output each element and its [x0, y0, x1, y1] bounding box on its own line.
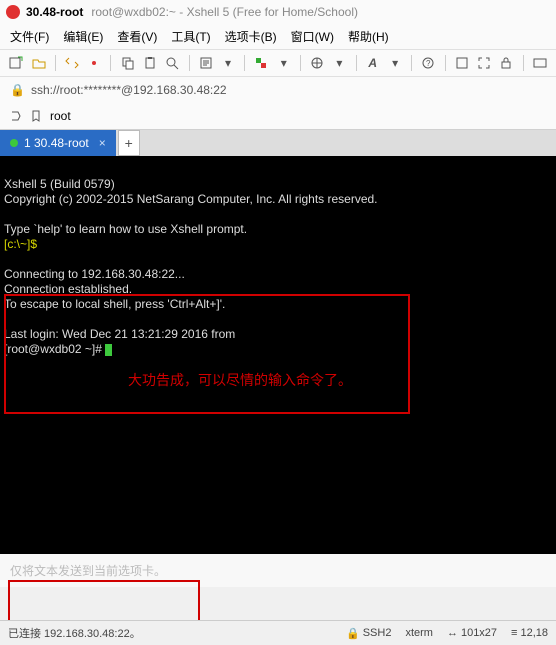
bookmark-icon[interactable] — [30, 110, 42, 122]
terminal[interactable]: Xshell 5 (Build 0579) Copyright (c) 2002… — [0, 156, 556, 554]
menubar: 文件(F) 编辑(E) 查看(V) 工具(T) 选项卡(B) 窗口(W) 帮助(… — [0, 24, 556, 49]
transfer-icon[interactable]: ▾ — [220, 54, 236, 72]
search-icon[interactable] — [164, 54, 180, 72]
term-line: Connecting to 192.168.30.48:22... — [4, 267, 185, 281]
separator — [356, 55, 357, 71]
menu-tabs[interactable]: 选项卡(B) — [225, 28, 277, 45]
menu-file[interactable]: 文件(F) — [10, 28, 49, 45]
lock-small-icon: 🔒 — [10, 83, 25, 97]
separator — [110, 55, 111, 71]
address-text[interactable]: ssh://root:********@192.168.30.48:22 — [31, 83, 227, 97]
close-icon[interactable]: × — [99, 136, 106, 150]
help-icon[interactable]: ? — [420, 54, 436, 72]
color-drop-icon[interactable]: ▾ — [276, 54, 292, 72]
sessions-icon[interactable] — [532, 54, 548, 72]
term-line: Xshell 5 (Build 0579) — [4, 177, 115, 191]
arrow-right-icon[interactable] — [10, 110, 22, 122]
menu-tools[interactable]: 工具(T) — [171, 28, 210, 45]
titlebar: 30.48-root root@wxdb02:~ - Xshell 5 (Fre… — [0, 0, 556, 24]
menu-view[interactable]: 查看(V) — [117, 28, 157, 45]
separator — [523, 55, 524, 71]
fullscreen-icon[interactable] — [476, 54, 492, 72]
status-termtype: xterm — [405, 627, 433, 639]
status-bar: 已连接 192.168.30.48:22。 🔒 SSH2 xterm ↔ 101… — [0, 620, 556, 645]
disconnect-icon[interactable] — [86, 54, 102, 72]
menu-edit[interactable]: 编辑(E) — [63, 28, 103, 45]
script-icon[interactable] — [454, 54, 470, 72]
address-bar: 🔒 ssh://root:********@192.168.30.48:22 — [0, 77, 556, 103]
add-tab-button[interactable]: + — [118, 130, 140, 156]
tab-bar: 1 30.48-root × + — [0, 130, 556, 156]
status-size: ↔ 101x27 — [447, 627, 497, 639]
status-position: ≡ 12,18 — [511, 627, 548, 639]
tab-active[interactable]: 1 30.48-root × — [0, 130, 116, 156]
annotation-text: 大功告成，可以尽情的输入命令了。 — [128, 374, 352, 389]
window-subtitle: root@wxdb02:~ - Xshell 5 (Free for Home/… — [91, 5, 358, 19]
separator — [244, 55, 245, 71]
globe-icon[interactable] — [309, 54, 325, 72]
window-title: 30.48-root — [26, 5, 83, 19]
app-icon — [6, 5, 20, 19]
reconnect-icon[interactable] — [64, 54, 80, 72]
term-line: Copyright (c) 2002-2015 NetSarang Comput… — [4, 192, 378, 206]
annotation-box — [4, 294, 410, 414]
font-icon[interactable]: A — [365, 54, 381, 72]
globe-drop-icon[interactable]: ▾ — [331, 54, 347, 72]
menu-window[interactable]: 窗口(W) — [291, 28, 334, 45]
open-icon[interactable] — [30, 54, 46, 72]
lock-icon[interactable] — [498, 54, 514, 72]
new-session-icon[interactable] — [8, 54, 24, 72]
separator — [300, 55, 301, 71]
tag-bar: root — [0, 103, 556, 130]
font-drop-icon[interactable]: ▾ — [387, 54, 403, 72]
separator — [189, 55, 190, 71]
tag-label[interactable]: root — [50, 109, 71, 123]
paste-icon[interactable] — [142, 54, 158, 72]
properties-icon[interactable] — [197, 54, 213, 72]
term-line: Type `help' to learn how to use Xshell p… — [4, 222, 247, 236]
svg-text:?: ? — [426, 59, 431, 68]
status-dot-icon — [10, 139, 18, 147]
color-icon[interactable] — [253, 54, 269, 72]
term-prompt: [c:\~]$ — [4, 237, 37, 251]
toolbar: ▾ ▾ ▾ A ▾ ? — [0, 49, 556, 77]
separator — [55, 55, 56, 71]
copy-icon[interactable] — [119, 54, 135, 72]
menu-help[interactable]: 帮助(H) — [348, 28, 389, 45]
separator — [411, 55, 412, 71]
tab-label: 1 30.48-root — [24, 136, 89, 150]
status-connection: 已连接 192.168.30.48:22。 — [8, 625, 332, 641]
separator — [445, 55, 446, 71]
status-protocol: 🔒 SSH2 — [346, 627, 391, 640]
